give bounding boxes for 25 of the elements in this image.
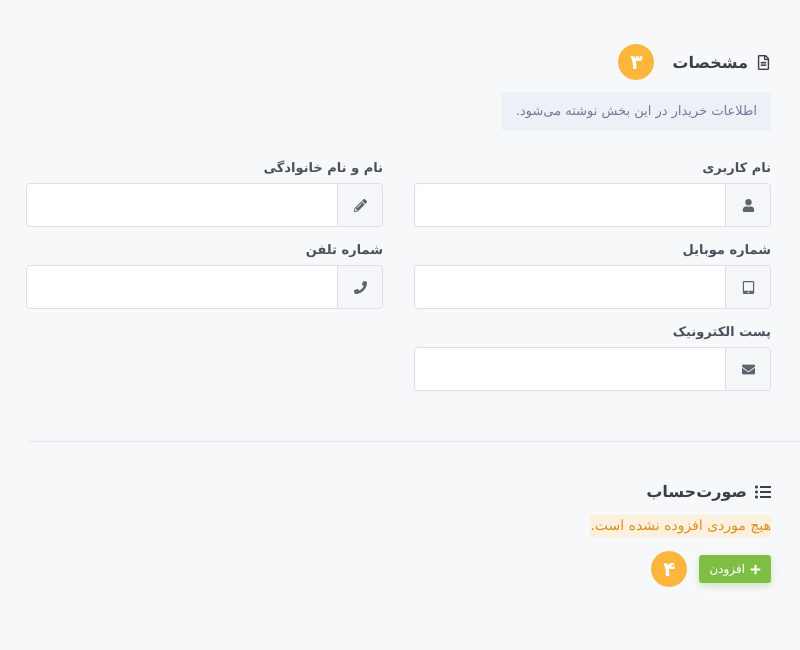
field-label: پست الکترونیک (672, 325, 771, 340)
input-field[interactable] (26, 183, 383, 227)
info-note: اطلاعات خریدار در این بخش نوشته می‌شود. (502, 92, 771, 131)
envelope-icon (742, 362, 754, 376)
plus-icon (750, 564, 761, 574)
section-title: صورت‌حساب (646, 482, 747, 501)
input-field[interactable] (26, 265, 383, 309)
user-icon (742, 198, 754, 212)
add-button[interactable]: افزودن (699, 555, 771, 583)
field-label: شماره تلفن (304, 243, 383, 258)
phone-icon (354, 280, 366, 294)
step-badge: ۴ (651, 551, 688, 587)
tablet-icon (742, 280, 754, 294)
field-label: نام کاربری (701, 161, 771, 176)
list-icon (755, 484, 771, 500)
section-title: مشخصات (672, 52, 748, 72)
field-label: نام و نام خانوادگی (262, 161, 383, 176)
input-field[interactable] (414, 347, 771, 391)
step-badge: ۳ (618, 44, 654, 80)
document-icon (756, 54, 771, 70)
empty-message: هیچ موردی افزوده نشده است. (590, 515, 771, 537)
input-field[interactable] (414, 183, 771, 227)
input-field[interactable] (414, 265, 771, 309)
pencil-icon (354, 198, 366, 212)
field-label: شماره موبایل (681, 243, 771, 258)
